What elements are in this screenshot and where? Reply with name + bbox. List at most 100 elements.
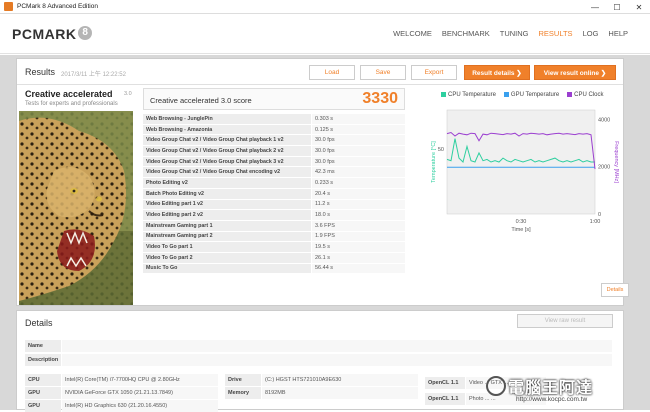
test-version: 3.0 <box>124 91 132 97</box>
drive-value: (C:) HGST HTS721010A9E630 <box>262 374 418 386</box>
table-row: Batch Photo Editing v2 20.4 s <box>143 188 405 200</box>
test-name-cell: Photo Editing v2 <box>143 178 311 188</box>
nav-welcome[interactable]: WELCOME <box>393 29 432 38</box>
results-panel: Results 2017/3/11 上午 12:22:52 Load Save … <box>16 58 629 306</box>
drive-label: Drive <box>225 374 261 386</box>
name-label: Name <box>25 340 61 352</box>
table-row: Video To Go part 2 26.1 s <box>143 252 405 264</box>
memory-row: Memory 8192MB <box>225 387 418 399</box>
y-right-tick-label: 4000 <box>598 117 610 123</box>
test-name-cell: Video Editing part 1 v2 <box>143 199 311 210</box>
legend-cpu-clock[interactable]: CPU Clock <box>567 92 604 98</box>
test-name-cell: Video Group Chat v2 / Video Group Chat p… <box>143 135 311 146</box>
x-tick-label: 0:30 <box>516 219 527 225</box>
chart-plot: 50 4000 2000 0 0:30 1:00 Time [s] Temperature [… <box>431 109 619 233</box>
test-name-cell: Web Browsing - Amazonia <box>143 124 311 135</box>
save-button[interactable]: Save <box>360 65 406 80</box>
app-icon <box>4 2 13 11</box>
nav-help[interactable]: HELP <box>608 29 628 38</box>
legend-cpu-temperature[interactable]: CPU Temperature <box>441 92 496 98</box>
nav-tuning[interactable]: TUNING <box>500 29 529 38</box>
minimize-button[interactable]: — <box>584 0 606 14</box>
nav-log[interactable]: LOG <box>583 29 599 38</box>
gpu1-row: GPU NVIDIA GeForce GTX 1050 (21.21.13.78… <box>25 387 218 399</box>
y-right-tick-label: 2000 <box>598 165 610 171</box>
name-row: Name <box>25 340 612 352</box>
score-box: Creative accelerated 3.0 score 3330 <box>143 88 405 110</box>
export-button[interactable]: Export <box>411 65 457 80</box>
view-result-online-button[interactable]: View result online ❯ <box>534 65 616 80</box>
table-row: Web Browsing - JunglePin 0.303 s <box>143 114 405 125</box>
test-name-cell: Video Group Chat v2 / Video Group Chat e… <box>143 167 311 178</box>
opencl2-label: OpenCL 1.1 <box>425 393 465 405</box>
results-date: 2017/3/11 上午 12:22:52 <box>61 72 126 78</box>
test-value-cell: 30.0 fps <box>312 156 405 167</box>
gpu2-value: Intel(R) HD Graphics 630 (21.20.16.4550) <box>62 400 218 412</box>
test-value-cell: 20.4 s <box>312 188 405 199</box>
table-row: Video Editing part 1 v2 11.2 s <box>143 199 405 211</box>
y-left-tick-label: 50 <box>438 147 444 153</box>
results-toolbar: Results 2017/3/11 上午 12:22:52 Load Save … <box>17 59 623 85</box>
table-row: Video Group Chat v2 / Video Group Chat p… <box>143 146 405 157</box>
close-button[interactable]: ✕ <box>628 0 650 14</box>
content-area: Results 2017/3/11 上午 12:22:52 Load Save … <box>0 55 650 412</box>
load-button[interactable]: Load <box>309 65 355 80</box>
test-name-cell: Web Browsing - JunglePin <box>143 114 311 124</box>
chart-legend: CPU Temperature GPU Temperature CPU Cloc… <box>441 92 604 98</box>
results-title: Results <box>25 67 56 77</box>
watermark-text: 電腦王阿達 <box>508 380 594 397</box>
test-value-cell: 0.233 s <box>312 178 405 188</box>
test-name-cell: Mainstream Gaming part 2 <box>143 231 311 242</box>
test-name: Creative accelerated <box>25 89 113 99</box>
test-value-cell: 1.9 FPS <box>312 231 405 242</box>
nav-results[interactable]: RESULTS <box>539 29 573 38</box>
test-name-cell: Mainstream Gaming part 1 <box>143 220 311 231</box>
table-row: Video To Go part 1 19.5 s <box>143 242 405 253</box>
table-row: Video Group Chat v2 / Video Group Chat p… <box>143 135 405 147</box>
table-row: Video Group Chat v2 / Video Group Chat p… <box>143 156 405 168</box>
table-row: Photo Editing v2 0.233 s <box>143 178 405 189</box>
table-row: Mainstream Gaming part 2 1.9 FPS <box>143 231 405 243</box>
legend-gpu-temperature[interactable]: GPU Temperature <box>503 92 559 98</box>
opencl1-label: OpenCL 1.1 <box>425 377 465 389</box>
gpu2-row: GPU Intel(R) HD Graphics 630 (21.20.16.4… <box>25 400 218 412</box>
test-name-cell: Video To Go part 1 <box>143 242 311 252</box>
x-tick-label: 1:00 <box>590 219 601 225</box>
maximize-button[interactable]: ☐ <box>606 0 628 14</box>
window-title: PCMark 8 Advanced Edition <box>17 3 98 10</box>
watermark-url: http://www.kocpc.com.tw <box>516 396 588 403</box>
name-value <box>62 340 612 352</box>
y-right-axis-label: Frequency [MHz] <box>613 141 619 183</box>
test-info: Creative accelerated 3.0 Tests for exper… <box>18 87 133 306</box>
nav-benchmark[interactable]: BENCHMARK <box>442 29 490 38</box>
y-left-axis-label: Temperature [°C] <box>431 141 437 183</box>
details-button[interactable]: Details <box>601 283 629 297</box>
test-value-cell: 0.125 s <box>312 124 405 135</box>
test-subtitle: Tests for experts and professionals <box>25 101 118 107</box>
description-label: Description <box>25 354 61 366</box>
x-axis-label: Time [s] <box>511 227 531 233</box>
watermark-icon <box>486 376 506 396</box>
test-value-cell: 42.3 ms <box>312 167 405 178</box>
monitoring-chart: CPU Temperature GPU Temperature CPU Cloc… <box>415 88 629 303</box>
drive-row: Drive (C:) HGST HTS721010A9E630 <box>225 374 418 386</box>
table-row: Music To Go 56.44 s <box>143 263 405 275</box>
results-table: Web Browsing - JunglePin 0.303 s Web Brows… <box>143 114 405 275</box>
watermark: 電腦王阿達 http://www.kocpc.com.tw <box>486 374 646 408</box>
test-name-cell: Video Group Chat v2 / Video Group Chat p… <box>143 156 311 167</box>
test-value-cell: 11.2 s <box>312 199 405 210</box>
table-row: Web Browsing - Amazonia 0.125 s <box>143 124 405 136</box>
table-row: Video Editing part 2 v2 18.0 s <box>143 210 405 221</box>
y-right-tick-label: 0 <box>598 212 601 218</box>
memory-value: 8192MB <box>262 387 418 399</box>
result-details-button[interactable]: Result details ❯ <box>464 65 530 80</box>
gpu1-value: NVIDIA GeForce GTX 1050 (21.21.13.7849) <box>62 387 218 399</box>
test-value-cell: 26.1 s <box>312 252 405 263</box>
view-raw-result-button[interactable]: View raw result <box>517 314 613 328</box>
logo-badge: 8 <box>78 26 93 40</box>
gpu1-label: GPU <box>25 387 61 399</box>
score-value: 3330 <box>362 90 398 107</box>
test-name-cell: Music To Go <box>143 263 311 274</box>
test-value-cell: 3.6 FPS <box>312 220 405 231</box>
title-bar: PCMark 8 Advanced Edition — ☐ ✕ <box>0 0 650 14</box>
